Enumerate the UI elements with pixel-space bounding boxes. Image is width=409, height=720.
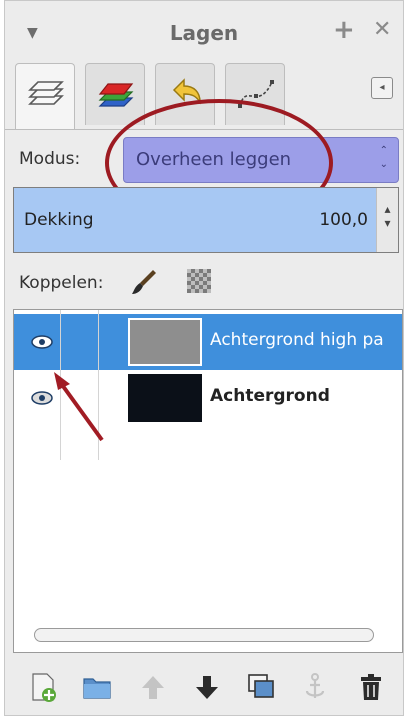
chevron-up-icon: ⌃ (379, 145, 388, 156)
anchor-layer-button[interactable] (299, 671, 331, 703)
layer-name[interactable]: Achtergrond (210, 386, 330, 406)
link-label: Koppelen: (19, 273, 104, 293)
layers-dock-panel: ▼ Lagen + ✕ ◂ Modus: Overheen leggen ⌃ ⌄… (4, 0, 404, 716)
chevron-down-icon: ▾ (384, 216, 391, 230)
new-layer-button[interactable] (27, 671, 59, 703)
new-group-button[interactable] (81, 671, 113, 703)
opacity-label: Dekking (24, 210, 94, 230)
arrow-down-icon (196, 676, 218, 699)
layer-name[interactable]: Achtergrond high pa (210, 330, 384, 350)
lower-layer-button[interactable] (191, 671, 223, 703)
paintbrush-icon[interactable] (129, 267, 159, 301)
layer-thumbnail (128, 374, 202, 422)
chevron-up-icon: ▴ (384, 202, 391, 216)
layer-thumbnail (128, 318, 202, 366)
tab-menu-button[interactable]: ◂ (371, 77, 393, 99)
horizontal-scrollbar[interactable] (34, 628, 374, 642)
lock-alpha-icon[interactable] (187, 269, 211, 293)
anchor-icon (305, 673, 325, 698)
raise-layer-button[interactable] (137, 671, 169, 703)
mode-spin-icon: ⌃ ⌄ (380, 144, 388, 172)
annotation-arrow (54, 372, 104, 442)
opacity-slider[interactable]: Dekking 100,0 ▴ ▾ (13, 187, 399, 253)
opacity-value: 100,0 (319, 210, 368, 230)
mode-label: Modus: (19, 149, 81, 169)
opacity-spin-button[interactable]: ▴ ▾ (376, 188, 398, 252)
layers-list: Achtergrond high pa Achtergrond (13, 309, 403, 653)
channels-icon (98, 83, 134, 107)
new-layer-icon (32, 673, 56, 702)
add-tab-button[interactable]: + (333, 15, 355, 45)
tab-channels[interactable] (85, 63, 145, 125)
layers-toolbar (5, 663, 403, 713)
close-dock-button[interactable]: ✕ (373, 17, 391, 42)
delete-layer-button[interactable] (355, 671, 387, 703)
duplicate-icon (248, 674, 274, 698)
folder-icon (83, 678, 111, 699)
arrow-up-icon (142, 676, 164, 699)
chevron-down-icon: ⌄ (379, 159, 388, 170)
trash-icon (361, 674, 381, 700)
title-bar: ▼ Lagen + ✕ (5, 1, 403, 57)
layers-icon (28, 81, 64, 105)
duplicate-layer-button[interactable] (245, 671, 277, 703)
tab-layers[interactable] (15, 63, 75, 129)
